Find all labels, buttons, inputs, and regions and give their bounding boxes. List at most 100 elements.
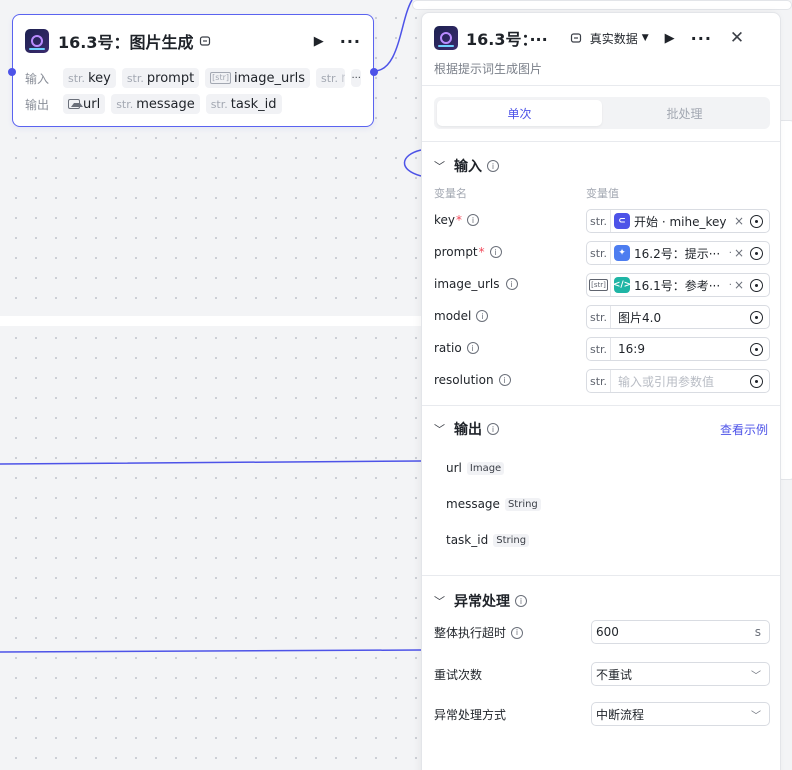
param-type-label: str. xyxy=(587,242,611,264)
variable-select-icon[interactable] xyxy=(750,246,763,260)
node-input-chip: str.mo xyxy=(315,68,346,88)
node-input-chip: str. prompt xyxy=(121,68,200,88)
plugin-app-icon xyxy=(25,29,49,53)
divider xyxy=(422,85,780,86)
tab-single[interactable]: 单次 xyxy=(437,100,602,126)
start-node-icon: ⊂ xyxy=(614,213,630,229)
node-title: 16.3号：图片生成 xyxy=(58,33,194,52)
play-icon[interactable]: ▶ xyxy=(665,31,675,46)
param-row-prompt: prompt * i str. ✦ 16.2号：提示··· · × xyxy=(434,241,770,265)
param-value-field[interactable]: str. 16:9 xyxy=(586,337,770,361)
play-icon[interactable]: ▶ xyxy=(314,34,324,49)
error-mode-label: 异常处理方式 xyxy=(434,708,507,722)
param-value-field[interactable]: str. ✦ 16.2号：提示··· · × xyxy=(586,241,770,265)
variable-select-icon[interactable] xyxy=(750,310,763,324)
tab-batch[interactable]: 批处理 xyxy=(602,100,767,126)
param-type-label: str. xyxy=(587,210,611,232)
close-icon[interactable]: ✕ xyxy=(730,28,744,48)
param-value-field[interactable]: str. 输入或引用参数值 xyxy=(586,369,770,393)
error-section-label: 异常处理 xyxy=(454,594,510,610)
panel-description: 根据提示词生成图片 xyxy=(434,62,543,76)
clear-icon[interactable]: × xyxy=(734,214,744,228)
link-icon[interactable] xyxy=(570,32,582,44)
timeout-input[interactable]: 600 s xyxy=(591,620,770,644)
info-icon[interactable]: i xyxy=(498,374,511,386)
param-reference[interactable]: </> 16.1号：参考··· xyxy=(614,277,729,294)
node-output-port[interactable] xyxy=(370,68,378,76)
clear-icon[interactable]: × xyxy=(734,246,744,260)
link-icon[interactable] xyxy=(199,35,211,47)
output-item: message String xyxy=(446,495,541,513)
param-reference[interactable]: ✦ 16.2号：提示··· xyxy=(614,245,729,262)
param-row-image-urls: image_urls i [str] </> 16.1号：参考··· · × xyxy=(434,273,770,297)
param-value-field[interactable]: str. 图片4.0 xyxy=(586,305,770,329)
param-type-label: str. xyxy=(587,306,611,328)
view-example-link[interactable]: 查看示例 xyxy=(720,421,768,438)
data-mode-dropdown[interactable]: 真实数据 ▼ xyxy=(590,30,649,47)
code-node-icon: </> xyxy=(614,277,631,293)
param-name: image_urls i xyxy=(434,277,518,291)
retry-label: 重试次数 xyxy=(434,668,483,682)
panel-title: 16.3号：··· xyxy=(466,30,548,49)
chevron-down-icon[interactable]: ﹀ xyxy=(434,593,448,609)
node-inputs-row: 输入 str. key str. prompt [str] image_urls st… xyxy=(25,67,361,89)
param-reference[interactable]: ⊂ 开始 · mihe_key xyxy=(614,213,732,230)
param-value-field[interactable]: str. ⊂ 开始 · mihe_key × xyxy=(586,209,770,233)
chevron-down-icon[interactable]: ﹀ xyxy=(434,158,448,174)
output-section-header[interactable]: ﹀ 输出 i 查看示例 xyxy=(434,419,768,439)
info-icon[interactable]: i xyxy=(505,278,518,290)
param-name: resolution i xyxy=(434,373,511,387)
info-icon[interactable]: i xyxy=(489,246,502,258)
plugin-app-icon xyxy=(434,26,458,50)
image-generation-node[interactable]: 16.3号：图片生成 ▶ ··· 输入 str. key str. prompt [… xyxy=(8,14,378,127)
info-icon[interactable]: i xyxy=(466,342,479,354)
output-item: task_id String xyxy=(446,531,530,549)
param-type-label: [str] xyxy=(587,274,611,296)
col-value-header: 变量值 xyxy=(586,187,619,200)
node-inputs-more-button[interactable]: ··· xyxy=(351,69,361,87)
more-icon[interactable]: ··· xyxy=(691,29,712,48)
node-output-chip: url xyxy=(63,94,106,114)
retry-select[interactable]: 不重试 ﹀ xyxy=(591,662,770,686)
divider xyxy=(422,575,780,576)
caret-down-icon: ▼ xyxy=(641,33,649,43)
node-outputs-label: 输出 xyxy=(25,97,50,112)
param-value[interactable]: 图片4.0 xyxy=(611,309,744,326)
info-icon[interactable]: i xyxy=(515,595,527,607)
param-value-field[interactable]: [str] </> 16.1号：参考··· · × xyxy=(586,273,770,297)
param-row-key: key * i str. ⊂ 开始 · mihe_key × xyxy=(434,209,770,233)
info-icon[interactable]: i xyxy=(487,423,499,435)
variable-select-icon[interactable] xyxy=(750,342,763,356)
retry-row: 重试次数 不重试 ﹀ xyxy=(434,662,770,686)
divider xyxy=(422,141,780,142)
info-icon[interactable]: i xyxy=(511,626,524,639)
error-section-header[interactable]: ﹀ 异常处理 i xyxy=(434,591,768,611)
param-type-label: str. xyxy=(587,338,611,360)
info-icon[interactable]: i xyxy=(487,160,499,172)
param-name: key * i xyxy=(434,213,480,227)
clear-icon[interactable]: × xyxy=(734,278,744,292)
input-section-header[interactable]: ﹀ 输入 i xyxy=(434,156,768,176)
param-value[interactable]: 16:9 xyxy=(611,342,744,356)
node-input-port[interactable] xyxy=(8,68,16,76)
node-header: 16.3号：图片生成 ▶ ··· xyxy=(25,28,361,54)
output-section-label: 输出 xyxy=(454,422,482,438)
chevron-down-icon: ﹀ xyxy=(751,670,761,682)
variable-select-icon[interactable] xyxy=(750,374,763,388)
node-input-chip: str. key xyxy=(63,68,116,88)
info-icon[interactable]: i xyxy=(467,214,480,226)
error-mode-select[interactable]: 中断流程 ﹀ xyxy=(591,702,770,726)
param-placeholder[interactable]: 输入或引用参数值 xyxy=(611,373,744,390)
timeout-row: 整体执行超时 i 600 s xyxy=(434,620,770,644)
node-output-chip: str. task_id xyxy=(205,94,282,114)
more-icon[interactable]: ··· xyxy=(340,32,361,51)
info-icon[interactable]: i xyxy=(476,310,489,322)
output-type-badge: String xyxy=(493,533,530,547)
run-mode-tabs: 单次 批处理 xyxy=(434,97,770,129)
variable-select-icon[interactable] xyxy=(750,278,763,292)
chevron-down-icon[interactable]: ﹀ xyxy=(434,421,448,437)
param-row-resolution: resolution i str. 输入或引用参数值 xyxy=(434,369,770,393)
variable-select-icon[interactable] xyxy=(750,214,763,228)
panel-header: 16.3号：··· 真实数据 ▼ ▶ ··· ✕ xyxy=(434,25,768,51)
param-row-ratio: ratio i str. 16:9 xyxy=(434,337,770,361)
